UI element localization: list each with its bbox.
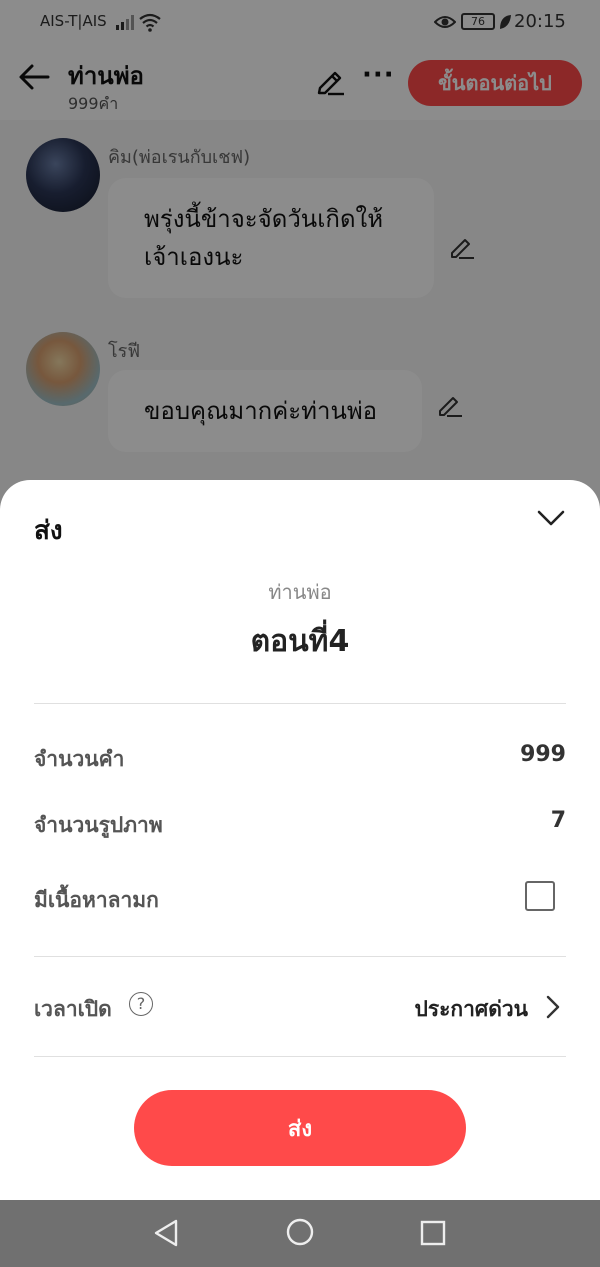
nav-recent-apps-icon[interactable] [420, 1220, 446, 1246]
novel-name: ท่านพ่อ [268, 580, 332, 604]
nav-back-icon[interactable] [152, 1218, 180, 1248]
image-count-row-label: จำนวนรูปภาพ [34, 813, 163, 837]
word-count-row-value: 999 [520, 742, 566, 767]
help-icon[interactable]: ? [129, 992, 153, 1016]
send-button[interactable]: ส่ง [134, 1090, 466, 1166]
publish-time-label: เวลาเปิด [34, 997, 112, 1021]
sheet-title: ส่ง [34, 516, 63, 546]
chevron-right-icon[interactable] [545, 995, 561, 1019]
image-count-row-value: 7 [550, 808, 566, 833]
publish-time-value[interactable]: ประกาศด่วน [414, 993, 528, 1026]
divider [34, 956, 566, 957]
divider [34, 703, 566, 704]
explicit-content-checkbox[interactable] [525, 881, 555, 911]
chevron-down-icon[interactable] [536, 508, 566, 528]
nav-home-icon[interactable] [285, 1217, 315, 1247]
divider [34, 1056, 566, 1057]
word-count-row-label: จำนวนคำ [34, 747, 125, 771]
episode-title: ตอนที่4 [250, 624, 350, 659]
send-bottom-sheet: ส่ง ท่านพ่อ ตอนที่4 จำนวนคำ 999 จำนวนรูป… [0, 480, 600, 1200]
explicit-content-label: มีเนื้อหาลามก [34, 888, 159, 912]
system-navigation-bar [0, 1200, 600, 1267]
